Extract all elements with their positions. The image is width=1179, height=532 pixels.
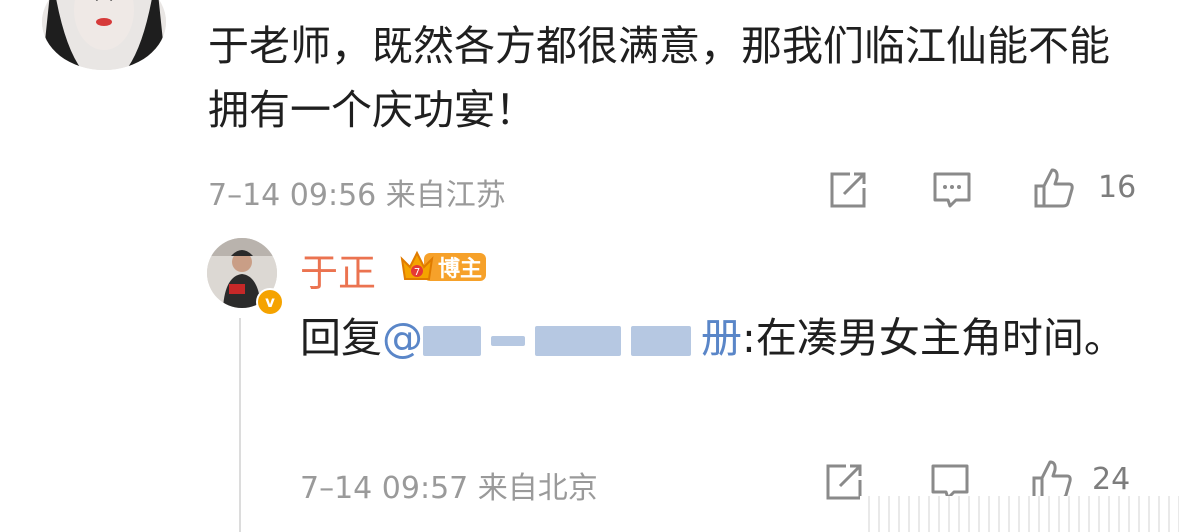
verified-badge: v [256, 288, 284, 316]
mention-tail: 册 [701, 314, 742, 362]
mention-at: @ [382, 314, 423, 362]
blurred-username [535, 326, 621, 356]
reply-message: :在凑男女主角时间。 [742, 314, 1125, 362]
reply-like-count: 24 [1092, 462, 1131, 497]
blurred-username [423, 326, 481, 356]
blurred-username [491, 336, 525, 346]
comment-icon[interactable] [930, 168, 974, 212]
reply-author-name[interactable]: 于正 [300, 242, 376, 297]
comment-meta: 7–14 09:56 来自江苏 [208, 178, 506, 213]
commenter-avatar-image [42, 0, 166, 70]
like-icon[interactable] [1032, 166, 1076, 210]
thread-line [239, 318, 241, 532]
blurred-username [631, 326, 691, 356]
share-icon[interactable] [826, 168, 870, 212]
commenter-avatar[interactable] [42, 0, 166, 70]
blogger-badge-label: 博主 [438, 257, 483, 282]
blogger-badge: 7 博主 [398, 245, 488, 287]
reply-text: 回复@ 册:在凑男女主角时间。 [300, 304, 1160, 372]
reply-prefix: 回复 [300, 314, 382, 362]
comment-text: 于老师，既然各方都很满意，那我们临江仙能不能拥有一个庆功宴！ [208, 22, 1110, 134]
like-count: 16 [1098, 170, 1137, 205]
reply-meta: 7–14 09:57 来自北京 [300, 471, 598, 506]
bottom-fade-overlay [860, 496, 1179, 532]
svg-text:7: 7 [414, 267, 420, 278]
mention-link[interactable]: @ 册 [382, 314, 742, 362]
